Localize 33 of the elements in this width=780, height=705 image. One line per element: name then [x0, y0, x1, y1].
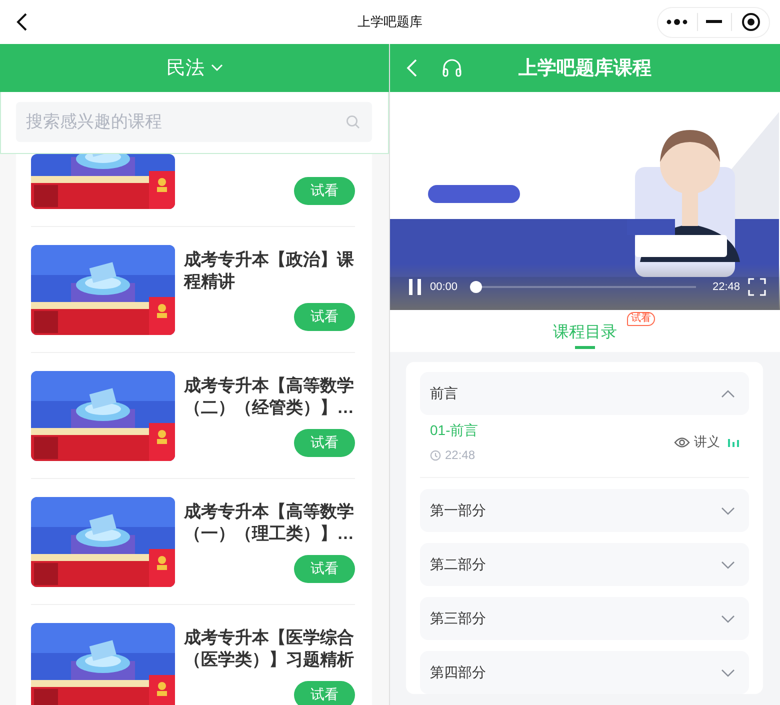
- section-header[interactable]: 第一部分: [420, 489, 749, 532]
- handout-button[interactable]: 讲义: [674, 433, 720, 451]
- section-title: 第二部分: [430, 556, 486, 574]
- section-title: 第一部分: [430, 502, 486, 520]
- course-title[interactable]: 成考专升本【医学综合（医学类）】习题精析: [184, 623, 355, 671]
- page-title: 上学吧题库课程: [518, 56, 652, 81]
- fullscreen-icon[interactable]: [748, 278, 766, 296]
- back-icon[interactable]: [16, 12, 28, 32]
- duration-time: 22:48: [712, 281, 740, 293]
- course-title[interactable]: 成考专升本【高等数学（二）（经管类）】…: [184, 371, 355, 419]
- lesson-duration: 22:48: [445, 448, 476, 462]
- current-time: 00:00: [430, 281, 458, 293]
- eye-icon: [674, 436, 690, 448]
- clock-icon: [430, 450, 441, 460]
- more-icon[interactable]: [666, 18, 688, 26]
- section-header[interactable]: 第四部分: [420, 651, 749, 694]
- window-title: 上学吧题库: [358, 13, 422, 31]
- section-header[interactable]: 第三部分: [420, 597, 749, 640]
- chevron-down-icon: [210, 64, 222, 72]
- section-title: 第三部分: [430, 610, 486, 628]
- course-title[interactable]: 成考专升本【政治】课程精讲: [184, 245, 355, 293]
- section-title: 前言: [430, 384, 458, 402]
- course-title[interactable]: 成考专升本【高等数学（一）（理工类）】…: [184, 497, 355, 545]
- section-header[interactable]: 第二部分: [420, 543, 749, 586]
- trial-badge: 试看: [627, 312, 655, 326]
- pause-icon[interactable]: [408, 279, 422, 295]
- target-icon[interactable]: [740, 12, 761, 32]
- playing-bars-icon: [728, 437, 739, 447]
- section-title: 第四部分: [430, 664, 486, 682]
- search-field[interactable]: 搜索感兴趣的课程: [16, 102, 372, 142]
- minimize-icon[interactable]: [706, 20, 722, 24]
- progress-track[interactable]: [470, 281, 696, 293]
- section-header[interactable]: 前言: [420, 372, 749, 415]
